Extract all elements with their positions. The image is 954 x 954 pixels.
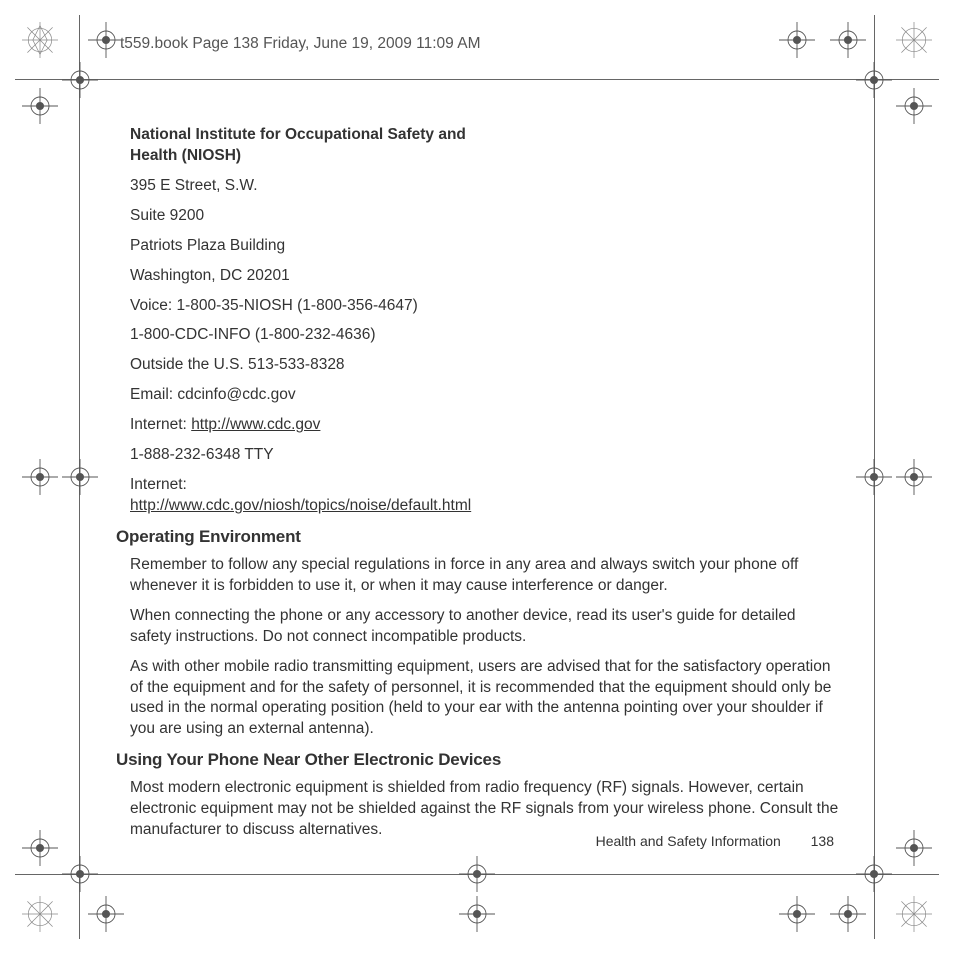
niosh-line: Patriots Plaza Building	[130, 236, 839, 257]
niosh-internet-1: Internet: http://www.cdc.gov	[130, 415, 839, 436]
registration-mark-icon	[22, 88, 58, 124]
body-paragraph: When connecting the phone or any accesso…	[130, 606, 839, 648]
starburst-icon	[22, 22, 58, 58]
label: Internet:	[130, 476, 187, 493]
registration-mark-icon	[896, 830, 932, 866]
registration-mark-icon	[779, 22, 815, 58]
registration-mark-icon	[88, 22, 124, 58]
registration-mark-icon	[779, 896, 815, 932]
niosh-line: Voice: 1-800-35-NIOSH (1-800-356-4647)	[130, 296, 839, 317]
registration-mark-icon	[896, 459, 932, 495]
registration-mark-icon	[459, 896, 495, 932]
starburst-icon	[22, 896, 58, 932]
label: Internet:	[130, 416, 191, 433]
body-paragraph: As with other mobile radio transmitting …	[130, 657, 839, 741]
niosh-line: 395 E Street, S.W.	[130, 176, 839, 197]
registration-mark-icon	[22, 830, 58, 866]
niosh-internet-2: Internet: http://www.cdc.gov/niosh/topic…	[130, 475, 460, 517]
registration-mark-icon	[88, 896, 124, 932]
section-heading-using-phone-near-devices: Using Your Phone Near Other Electronic D…	[116, 750, 839, 770]
page-content: National Institute for Occupational Safe…	[130, 125, 839, 850]
registration-mark-icon	[62, 459, 98, 495]
registration-mark-icon	[62, 62, 98, 98]
footer-section-name: Health and Safety Information	[596, 833, 781, 849]
registration-mark-icon	[830, 896, 866, 932]
registration-mark-icon	[896, 88, 932, 124]
footer-page-number: 138	[811, 833, 834, 849]
registration-mark-icon	[62, 856, 98, 892]
niosh-tty: 1-888-232-6348 TTY	[130, 445, 839, 466]
niosh-line: Outside the U.S. 513-533-8328	[130, 355, 839, 376]
crop-line-top	[15, 79, 939, 80]
niosh-line: Suite 9200	[130, 206, 839, 227]
niosh-title: National Institute for Occupational Safe…	[130, 125, 510, 167]
niosh-line: 1-800-CDC-INFO (1-800-232-4636)	[130, 325, 839, 346]
registration-mark-icon	[856, 62, 892, 98]
registration-mark-icon	[856, 856, 892, 892]
body-paragraph: Remember to follow any special regulatio…	[130, 555, 839, 597]
registration-mark-icon	[830, 22, 866, 58]
section-heading-operating-environment: Operating Environment	[116, 527, 839, 547]
page-header-meta: t559.book Page 138 Friday, June 19, 2009…	[120, 35, 481, 53]
registration-mark-icon	[856, 459, 892, 495]
starburst-icon	[896, 22, 932, 58]
starburst-icon	[896, 896, 932, 932]
registration-mark-icon	[22, 459, 58, 495]
link-text: http://www.cdc.gov/niosh/topics/noise/de…	[130, 497, 471, 514]
link-text: http://www.cdc.gov	[191, 416, 320, 433]
registration-mark-icon	[459, 856, 495, 892]
niosh-line: Washington, DC 20201	[130, 266, 839, 287]
niosh-line: Email: cdcinfo@cdc.gov	[130, 385, 839, 406]
page-footer: Health and Safety Information 138	[596, 833, 834, 849]
body-paragraph: Most modern electronic equipment is shie…	[130, 778, 839, 841]
